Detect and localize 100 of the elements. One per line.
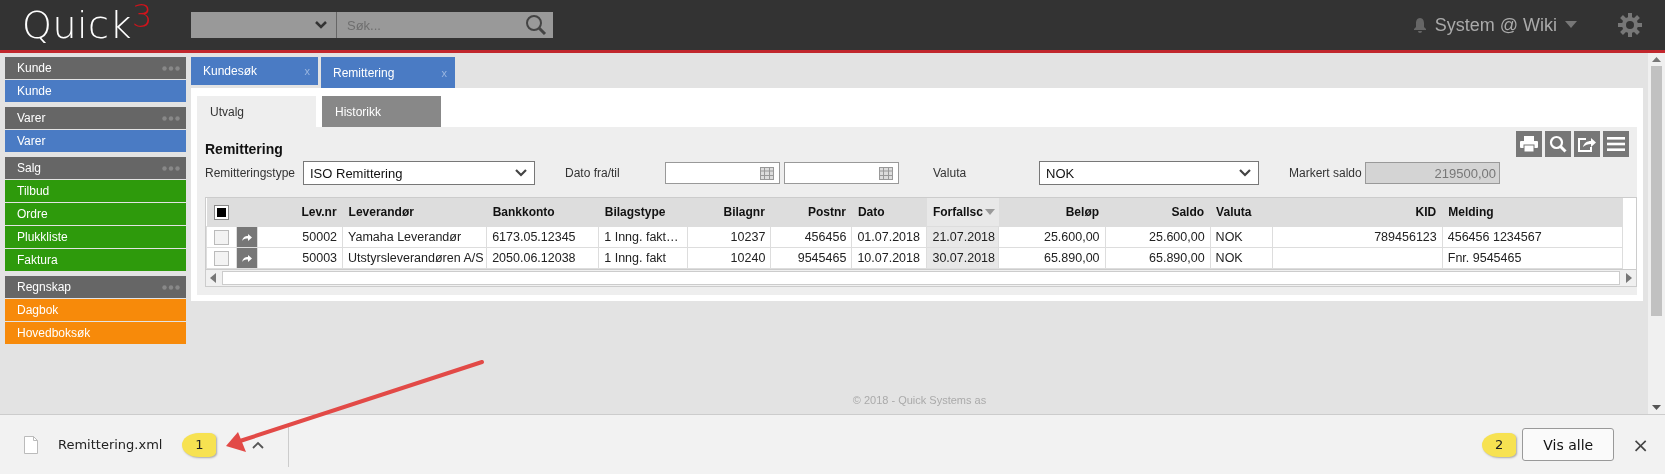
column-header[interactable]: Postnr — [770, 198, 852, 227]
search-button[interactable] — [1545, 131, 1571, 157]
app-logo: Quick$^{3}$ — [22, 3, 154, 47]
column-header[interactable]: Leverandør — [342, 198, 487, 227]
arrow-icon — [242, 255, 252, 262]
sort-icon[interactable] — [985, 209, 995, 215]
column-header[interactable]: Bankkonto — [486, 198, 599, 227]
horizontal-scrollbar[interactable] — [206, 269, 1636, 286]
print-icon — [1520, 136, 1538, 152]
tab[interactable]: Utvalg — [197, 96, 316, 127]
table-cell: Fnr. 9545465 — [1442, 247, 1623, 269]
table-cell: 21.07.2018 — [926, 226, 999, 248]
table-cell: 9545465 — [770, 247, 852, 269]
column-header[interactable]: KID — [1272, 198, 1443, 227]
date-from-field[interactable] — [665, 162, 780, 184]
more-icon[interactable] — [162, 115, 180, 121]
show-all-button[interactable]: Vis alle — [1522, 428, 1615, 461]
remittance-type-dropdown[interactable]: ISO Remittering — [303, 161, 535, 185]
column-header[interactable]: Saldo — [1105, 198, 1211, 227]
table-cell: 01.07.2018 — [851, 226, 927, 248]
sidebar-item[interactable]: Faktura — [5, 249, 186, 271]
table-cell: 6173.05.12345 — [486, 226, 599, 248]
tab-label[interactable]: Kundesøk — [203, 64, 258, 78]
table-cell: Utstyrsleverandøren A/S — [342, 247, 487, 269]
column-header[interactable]: Forfallsc — [926, 198, 999, 227]
export-button[interactable] — [1574, 131, 1600, 157]
table-cell: 50003 — [257, 247, 343, 269]
sidebar-item[interactable]: Kunde — [5, 80, 186, 102]
calendar-icon[interactable] — [760, 166, 774, 180]
field-label: Remitteringstype — [205, 166, 297, 180]
field-label: Dato fra/til — [565, 166, 621, 180]
column-header[interactable]: Beløp — [999, 198, 1106, 227]
scroll-up-icon[interactable] — [1652, 57, 1661, 62]
dropdown-value: NOK — [1046, 165, 1075, 181]
table-cell: 789456123 — [1272, 226, 1443, 248]
table-cell: 10.07.2018 — [851, 247, 927, 269]
table-cell: 2050.06.12038 — [486, 247, 599, 269]
calendar-icon[interactable] — [879, 166, 893, 180]
bell-icon[interactable] — [1412, 17, 1427, 33]
search-icon — [525, 14, 547, 36]
table-cell: 25.600,00 — [999, 226, 1106, 248]
table-cell: 456456 1234567 — [1442, 226, 1623, 248]
table-cell: 1 Inng. fakt… — [598, 226, 688, 248]
vertical-scrollbar[interactable] — [1648, 53, 1665, 414]
caret-down-icon[interactable] — [1565, 21, 1577, 29]
chevron-down-icon — [1238, 168, 1252, 178]
tab[interactable]: Historikk — [322, 96, 441, 127]
table-cell: 1 Inng. fakt — [598, 247, 688, 269]
sidebar-group-header[interactable]: Salg — [5, 157, 186, 179]
arrow-icon — [242, 234, 252, 241]
balance-field: 219500,00 — [1365, 162, 1500, 184]
tab[interactable]: Remittering x — [321, 57, 455, 91]
tab[interactable]: Kundesøk x — [191, 57, 318, 85]
table-cell: 10237 — [687, 226, 771, 248]
row-action-button[interactable] — [236, 226, 258, 248]
table-cell: 10240 — [687, 247, 771, 269]
table-cell: 25.600,00 — [1105, 226, 1211, 248]
column-header[interactable]: Bilagstype — [598, 198, 688, 227]
sidebar-item[interactable]: Varer — [5, 130, 186, 152]
user-menu[interactable]: System @ Wiki — [1434, 14, 1557, 36]
sidebar-group-header[interactable]: Varer — [5, 107, 186, 129]
table-cell: 65.890,00 — [999, 247, 1106, 269]
table-cell: 65.890,00 — [1105, 247, 1211, 269]
print-button[interactable] — [1516, 131, 1542, 157]
more-icon[interactable] — [162, 165, 180, 171]
column-header[interactable]: Dato — [851, 198, 927, 227]
table-cell: 456456 — [770, 226, 852, 248]
more-icon[interactable] — [162, 65, 180, 71]
scroll-down-icon[interactable] — [1652, 405, 1661, 410]
close-button[interactable]: × — [1632, 432, 1649, 457]
menu-button[interactable] — [1603, 131, 1629, 157]
section-title: Remittering — [205, 141, 283, 157]
scroll-right-icon[interactable] — [1624, 273, 1632, 283]
search-scope-dropdown[interactable] — [191, 12, 337, 38]
sidebar-group-header[interactable]: Kunde — [5, 57, 186, 79]
column-header[interactable]: Lev.nr — [257, 198, 343, 227]
dropdown-value: ISO Remittering — [310, 165, 403, 181]
row-checkbox[interactable] — [214, 229, 229, 245]
tab-label[interactable]: Remittering — [333, 65, 395, 80]
field-label: Markert saldo — [1289, 166, 1363, 180]
settings-icon[interactable] — [1617, 12, 1643, 38]
chevron-down-icon — [514, 168, 528, 178]
sidebar-item[interactable]: Tilbud — [5, 180, 186, 202]
currency-dropdown[interactable]: NOK — [1039, 161, 1259, 185]
column-header[interactable]: Valuta — [1210, 198, 1273, 227]
downloaded-file-name[interactable]: Remittering.xml — [58, 437, 163, 452]
column-header[interactable]: Bilagnr — [687, 198, 771, 227]
sidebar-item[interactable]: Plukkliste — [5, 226, 186, 248]
more-icon[interactable] — [162, 284, 180, 290]
sidebar-group-header[interactable]: Regnskap — [5, 276, 186, 298]
chevron-up-icon[interactable] — [252, 440, 265, 449]
scroll-left-icon[interactable] — [210, 273, 218, 283]
row-checkbox[interactable] — [214, 250, 229, 266]
table-cell: Yamaha Leverandør — [342, 226, 487, 248]
field-label: Valuta — [933, 166, 968, 180]
sidebar-item[interactable]: Ordre — [5, 203, 186, 225]
select-all-checkbox[interactable] — [214, 204, 229, 220]
menu-icon — [1607, 137, 1625, 151]
date-to-field[interactable] — [784, 162, 899, 184]
column-header[interactable]: Melding — [1442, 198, 1623, 227]
